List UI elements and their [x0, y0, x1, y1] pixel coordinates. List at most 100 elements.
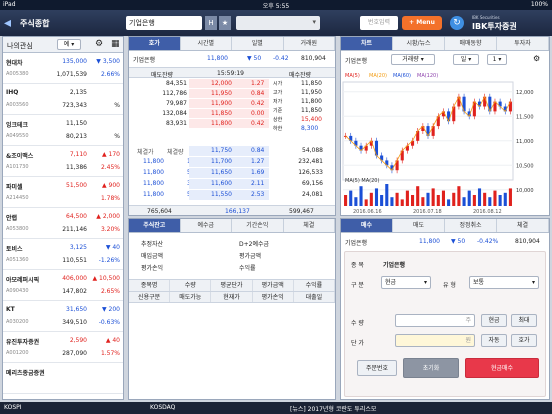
price-input[interactable]: 원 [395, 334, 475, 347]
watchlist-item[interactable]: &조이맥스 A101730 7,110 ▲ 170 11,386 2.45% [3, 147, 123, 177]
chart-type-select[interactable]: 거래량 ▾ [391, 54, 435, 65]
gear-icon[interactable]: ⚙ [95, 39, 103, 49]
tab-0[interactable]: 차트 [341, 37, 393, 50]
grid-icon[interactable]: ▦ [111, 39, 120, 49]
qty-input[interactable]: 주 [395, 314, 475, 327]
watchlist-group-select[interactable]: 예 ▾ [57, 39, 81, 50]
number-input[interactable]: 번호입력 [360, 16, 398, 30]
item-change: ▲ 10,500 [92, 275, 120, 282]
news-ticker[interactable]: [뉴스] 2017년형 코란도 투리스모 [290, 404, 376, 413]
trade-price: 11,800 [143, 191, 164, 198]
max-button[interactable]: 최대 [511, 314, 537, 327]
watchlist-item[interactable]: KT A030200 31,650 ▼ 200 349,510 -0.63% [3, 302, 123, 332]
bid-volume: 232,481 [298, 158, 323, 165]
balance-label: 수익률 [239, 265, 256, 272]
trade-price-header: 체결가 [137, 149, 154, 156]
quote-button[interactable]: 호가 [511, 334, 537, 347]
quote-change: ▼ 50 [247, 55, 262, 62]
ask-rate: 0.42 [251, 100, 265, 107]
cash-button[interactable]: 현금 [481, 314, 507, 327]
tab-0[interactable]: 주식잔고 [129, 219, 181, 232]
chart-settings-icon[interactable]: ⚙ [533, 54, 540, 63]
tab-3[interactable]: 체결 [497, 219, 549, 232]
volume-bar [508, 188, 512, 206]
orderbook-panel: 호가 시간별 일별 거래원 기업은행 11,800 ▼ 50 -0.42 810,90… [128, 36, 336, 216]
price-chart[interactable]: MA(5) MA(20) MA(60) MA(120) 12,000 11,500 11,0… [341, 68, 549, 216]
tab-2[interactable]: 매매동향 [445, 37, 497, 50]
y-tick-label: 10,000 [516, 188, 534, 194]
cash-buy-button[interactable]: 현금매수 [465, 358, 539, 378]
order-number-button[interactable]: 주문번호 [357, 360, 397, 376]
watchlist-item[interactable]: 현대차 A005380 135,000 ▼ 3,500 1,071,539 2.66% [3, 54, 123, 84]
volume-bar [462, 197, 466, 206]
column-header: 평균단가 [211, 280, 253, 291]
watchlist-item[interactable]: 안랩 A053800 64,500 ▲ 2,000 211,146 3.20% [3, 209, 123, 239]
item-change: ▼ 3,500 [96, 58, 120, 65]
tab-3[interactable]: 투자자 [497, 37, 549, 50]
order-rate: -0.42% [477, 238, 499, 245]
watchlist-item[interactable]: 아모레퍼시픽 A090430 406,000 ▲ 10,500 147,802 2.65% [3, 271, 123, 301]
gubun-select[interactable]: 현금 ▾ [381, 276, 431, 289]
item-price: 11,150 [66, 120, 87, 127]
item-volume: 349,510 [62, 319, 87, 326]
ask-rate: 0.84 [251, 90, 265, 97]
watchlist-item[interactable]: 파미셀 A214450 51,500 ▲ 900 1.78% [3, 178, 123, 208]
tab-0[interactable]: 매수 [341, 219, 393, 232]
bid-rate: 0.84 [251, 147, 265, 154]
period-count-select[interactable]: 1 ▾ [487, 54, 507, 65]
reset-button[interactable]: 초기화 [403, 358, 459, 378]
volume-bar [498, 195, 502, 206]
item-price: 31,650 [66, 306, 87, 313]
favorite-star-icon[interactable]: ★ [219, 16, 231, 30]
tab-0[interactable]: 호가 [129, 37, 181, 50]
info-label: 고가 [273, 90, 283, 96]
watchlist-item[interactable]: IHQ A003560 2,135 723,343% [3, 85, 123, 115]
price-label: 단 가 [351, 340, 364, 347]
bid-volume: 126,533 [298, 169, 323, 176]
balance-label: 평가금액 [239, 253, 262, 260]
tab-2[interactable]: 일별 [232, 37, 284, 50]
tab-2[interactable]: 기간손익 [232, 219, 284, 232]
volume-bar [416, 186, 420, 206]
menu-button[interactable]: + Menu [402, 16, 442, 30]
item-price: 2,135 [69, 89, 87, 96]
watchlist-item[interactable]: 메리츠종금증권 [3, 364, 123, 394]
tab-1[interactable]: 예수금 [181, 219, 232, 232]
volume-legend: MA(5) MA(20) [345, 178, 379, 184]
stock-name-field[interactable]: 기업은행 [126, 16, 202, 30]
back-icon[interactable]: ◂ [4, 15, 16, 31]
volume-bar [431, 188, 435, 206]
auto-button[interactable]: 자동 [481, 334, 507, 347]
tab-1[interactable]: 매도 [393, 219, 445, 232]
order-change: ▼ 50 [451, 238, 466, 245]
watchlist-item[interactable]: 토비스 A051360 3,125 ▼ 40 110,551 -1.26% [3, 240, 123, 270]
tab-1[interactable]: 시간별 [181, 37, 232, 50]
info-label: 저가 [273, 99, 283, 105]
column-header: 수익률 [294, 280, 335, 291]
quote-time: 15:59:19 [217, 70, 244, 77]
ask-rate: 0.42 [251, 120, 265, 127]
watchlist-item[interactable]: 잉크테크 A049550 11,150 80,213% [3, 116, 123, 146]
bid-price: 11,600 [211, 180, 232, 187]
h-badge[interactable]: H [205, 16, 217, 30]
tab-2[interactable]: 정정취소 [445, 219, 497, 232]
bid-price: 11,650 [211, 169, 232, 176]
bid-price: 11,550 [211, 191, 232, 198]
tab-1[interactable]: 시황/뉴스 [393, 37, 445, 50]
trade-price: 11,800 [143, 158, 164, 165]
stock-select[interactable]: ▾ [236, 16, 320, 30]
tab-3[interactable]: 거래원 [284, 37, 335, 50]
holdings-header-1: 종목명 수량 평균단가 평가금액 수익률 [129, 279, 335, 291]
item-rate: 2.66% [100, 71, 120, 78]
tab-3[interactable]: 체결 [284, 219, 335, 232]
info-label: 상한 [273, 117, 283, 123]
kospi-label: KOSPI [4, 404, 22, 411]
watchlist-item[interactable]: 유진투자증권 A001200 2,590 ▲ 40 287,090 1.57% [3, 333, 123, 363]
order-type-select[interactable]: 보통 ▾ [469, 276, 539, 289]
refresh-icon[interactable]: ↻ [450, 16, 464, 30]
column-header: 종목명 [129, 280, 171, 291]
ask-volume: 79,987 [166, 100, 187, 107]
period-select[interactable]: 일 ▾ [453, 54, 479, 65]
chart-tabs: 차트 시황/뉴스 매매동향 투자자 [341, 37, 549, 51]
column-header: 현재가 [211, 292, 253, 302]
